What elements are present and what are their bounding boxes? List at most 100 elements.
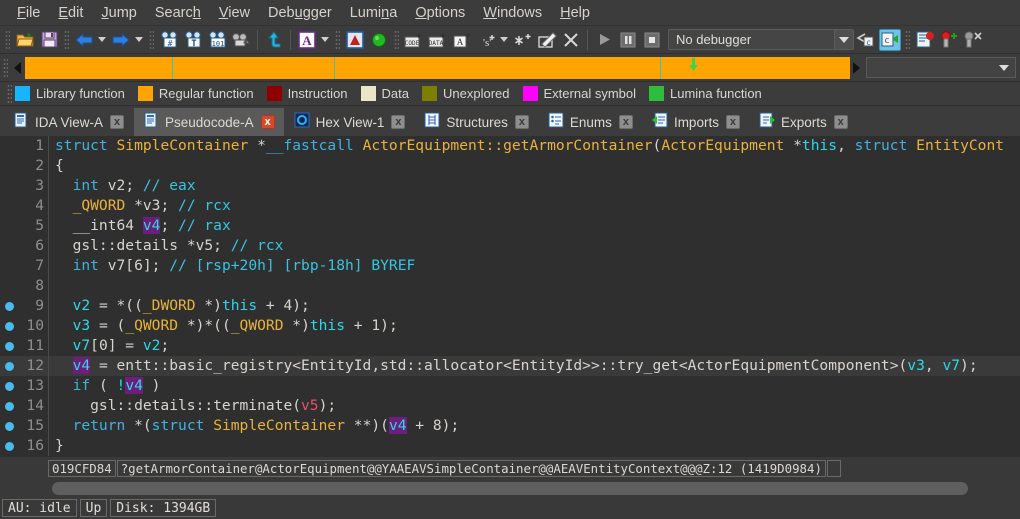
address-field[interactable]: 019CFD84 [48, 460, 116, 477]
breakpoint-marker-icon[interactable] [5, 442, 14, 451]
code-gutter[interactable] [0, 416, 22, 436]
tab-imports[interactable]: Importsx [643, 108, 749, 136]
code-gutter[interactable] [0, 136, 22, 156]
make-array-icon[interactable] [512, 29, 534, 51]
search-immediate-icon[interactable]: 101 [206, 29, 228, 51]
legend-grip[interactable] [7, 84, 12, 104]
menu-item-windows[interactable]: Windows [474, 2, 551, 24]
debugger-attach-icon[interactable]: c [879, 29, 901, 51]
tab-ida-view-a[interactable]: IDA View-Ax [4, 108, 133, 136]
navband-scroll-right[interactable] [850, 57, 862, 79]
code-line[interactable]: 14 gsl::details::terminate(v5); [0, 396, 1020, 416]
tab-structures[interactable]: Structuresx [415, 108, 538, 136]
search-text-icon[interactable]: T [182, 29, 204, 51]
tab-hex-view-1[interactable]: Hex View-1x [285, 108, 415, 136]
code-gutter[interactable] [0, 236, 22, 256]
code-line[interactable]: 12 v4 = entt::basic_registry<EntityId,st… [0, 356, 1020, 376]
breakpoint-marker-icon[interactable] [5, 402, 14, 411]
code-gutter[interactable] [0, 316, 22, 336]
code-line[interactable]: 7 int v7[6]; // [rsp+20h] [rbp-18h] BYRE… [0, 256, 1020, 276]
navband-zoom-selector[interactable] [866, 57, 1016, 78]
nav-forward-dropdown-icon[interactable] [133, 30, 144, 50]
nav-back-icon[interactable] [73, 29, 95, 51]
tab-close-icon[interactable]: x [391, 115, 405, 129]
tab-enums[interactable]: Enumsx [539, 108, 642, 136]
breakpoint-marker-icon[interactable] [5, 422, 14, 431]
tab-close-icon[interactable]: x [110, 115, 124, 129]
toolbar-grip[interactable] [5, 30, 10, 50]
toolbar-grip-6[interactable] [905, 30, 910, 50]
warning-icon[interactable] [344, 29, 366, 51]
stop-icon[interactable] [641, 29, 663, 51]
lumina-status-icon[interactable] [368, 29, 390, 51]
make-struct-dropdown-icon[interactable] [498, 30, 509, 50]
make-ascii-icon[interactable]: A [451, 29, 473, 51]
code-line[interactable]: 9 v2 = *((_DWORD *)this + 4); [0, 296, 1020, 316]
tab-close-icon[interactable]: x [515, 115, 529, 129]
open-file-icon[interactable] [14, 29, 36, 51]
make-data-icon[interactable]: DATA [427, 29, 449, 51]
code-line[interactable]: 13 if ( !v4 ) [0, 376, 1020, 396]
tab-close-icon[interactable]: x [261, 115, 275, 129]
menu-item-view[interactable]: View [210, 2, 259, 24]
search-next-icon[interactable] [230, 29, 252, 51]
toolbar-grip-2[interactable] [64, 30, 69, 50]
navband-scroll-left[interactable] [11, 57, 23, 79]
code-gutter[interactable] [0, 196, 22, 216]
menu-item-debugger[interactable]: Debugger [259, 2, 341, 24]
menu-item-file[interactable]: File [8, 2, 49, 24]
code-gutter[interactable] [0, 156, 22, 176]
pseudocode-text[interactable]: 1struct SimpleContainer *__fastcall Acto… [0, 136, 1020, 457]
code-gutter[interactable] [0, 216, 22, 236]
code-line[interactable]: 15 return *(struct SimpleContainer **)(v… [0, 416, 1020, 436]
code-line[interactable]: 2{ [0, 156, 1020, 176]
debugger-selector[interactable]: No debugger [668, 29, 854, 50]
tab-exports[interactable]: Exportsx [750, 108, 857, 136]
code-line[interactable]: 1struct SimpleContainer *__fastcall Acto… [0, 136, 1020, 156]
breakpoint-marker-icon[interactable] [5, 302, 14, 311]
jump-up-icon[interactable] [263, 29, 285, 51]
tab-pseudocode-a[interactable]: Pseudocode-Ax [134, 108, 284, 136]
search-hex-icon[interactable]: # [158, 29, 180, 51]
symbol-name-field[interactable]: ?getArmorContainer@ActorEquipment@@YAAEA… [117, 460, 826, 477]
code-gutter[interactable] [0, 296, 22, 316]
code-line[interactable]: 10 v3 = (_QWORD *)*((_QWORD *)this + 1); [0, 316, 1020, 336]
breakpoint-marker-icon[interactable] [5, 362, 14, 371]
breakpoint-marker-icon[interactable] [5, 382, 14, 391]
code-gutter[interactable] [0, 396, 22, 416]
menu-item-help[interactable]: Help [551, 2, 599, 24]
tab-close-icon[interactable]: x [726, 115, 740, 129]
nav-forward-icon[interactable] [110, 29, 132, 51]
menu-item-lumina[interactable]: Lumina [341, 2, 407, 24]
code-gutter[interactable] [0, 176, 22, 196]
menu-item-options[interactable]: Options [406, 2, 474, 24]
navband-grip[interactable] [3, 58, 8, 78]
pause-icon[interactable] [617, 29, 639, 51]
code-line[interactable]: 6 gsl::details *v5; // rcx [0, 236, 1020, 256]
edit-function-icon[interactable] [536, 29, 558, 51]
code-gutter[interactable] [0, 436, 22, 456]
make-struct-icon[interactable]: 's' [475, 29, 497, 51]
breakpoint-marker-icon[interactable] [5, 322, 14, 331]
menu-item-search[interactable]: Search [146, 2, 210, 24]
save-icon[interactable] [38, 29, 60, 51]
breakpoint-marker-icon[interactable] [5, 342, 14, 351]
symbol-extra-field[interactable] [827, 460, 841, 477]
code-line[interactable]: 3 int v2; // eax [0, 176, 1020, 196]
rename-dropdown-icon[interactable] [319, 30, 330, 50]
toolbar-grip-4[interactable] [335, 30, 340, 50]
debugger-selector-dropdown-icon[interactable] [834, 30, 853, 49]
horizontal-scrollbar[interactable] [52, 482, 968, 495]
debugger-detach-icon[interactable]: c [855, 29, 877, 51]
code-gutter[interactable] [0, 376, 22, 396]
breakpoint-list-icon[interactable] [914, 29, 936, 51]
undefine-icon[interactable] [560, 29, 582, 51]
toolbar-grip-3[interactable] [149, 30, 154, 50]
tab-close-icon[interactable]: x [834, 115, 848, 129]
toolbar-grip-5[interactable] [394, 30, 399, 50]
code-line[interactable]: 4 _QWORD *v3; // rcx [0, 196, 1020, 216]
code-gutter[interactable] [0, 256, 22, 276]
code-gutter[interactable] [0, 276, 22, 296]
code-line[interactable]: 8 [0, 276, 1020, 296]
code-gutter[interactable] [0, 356, 22, 376]
